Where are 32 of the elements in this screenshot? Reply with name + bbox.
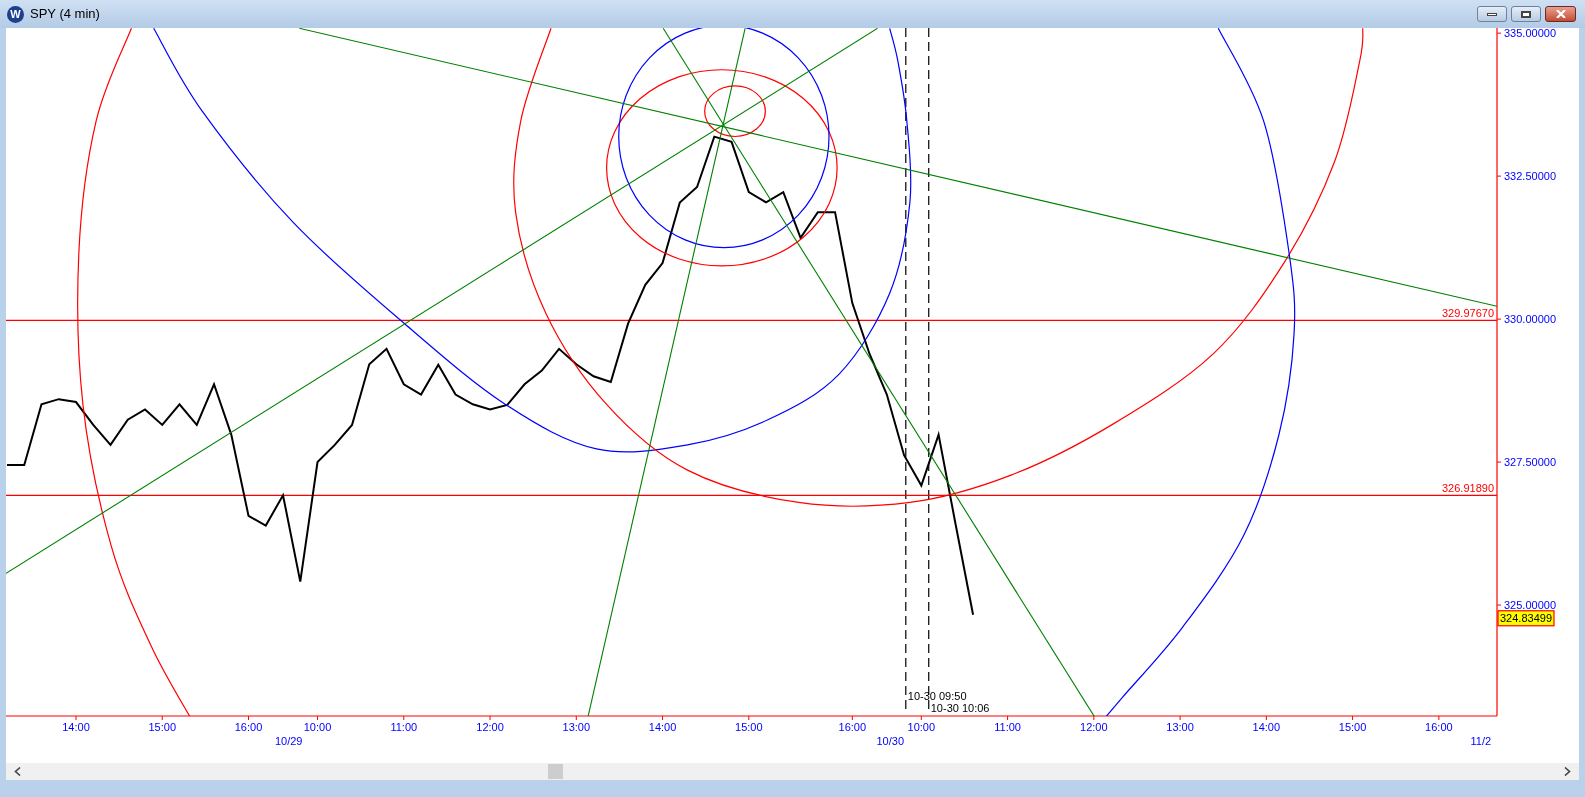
level-label: 329.97670	[1442, 307, 1494, 320]
price-marker-label: 324.83499	[1497, 610, 1555, 627]
time-axis-label: 14:00	[648, 721, 677, 733]
time-axis-label: 10:00	[303, 721, 332, 733]
date-axis-label: 10/30	[876, 735, 905, 747]
price-axis-label: 332.50000	[1504, 170, 1556, 183]
time-axis-label: 15:00	[1338, 721, 1367, 733]
time-axis-label: 11:00	[390, 721, 418, 733]
level-label: 326.91890	[1442, 482, 1494, 495]
time-axis-label: 13:00	[562, 721, 591, 733]
app-logo: W	[7, 5, 24, 23]
time-axis-label: 14:00	[1252, 721, 1281, 733]
time-axis-label: 15:00	[148, 721, 177, 733]
time-axis-label: 10:00	[907, 721, 936, 733]
time-axis-label: 16:00	[838, 721, 867, 733]
price-axis-label: 330.00000	[1504, 313, 1556, 326]
time-line-label: 10-30 09:50	[907, 690, 967, 702]
time-axis-label: 16:00	[1425, 721, 1453, 733]
window-title: SPY (4 min)	[30, 5, 100, 24]
time-axis-label: 12:00	[476, 721, 504, 733]
time-axis-label: 14:00	[62, 721, 90, 733]
price-axis-label: 335.00000	[1504, 28, 1556, 40]
time-line-label: 10-30 10:06	[930, 702, 990, 714]
time-axis-label: 16:00	[234, 721, 263, 733]
time-axis-label: 12:00	[1080, 721, 1108, 733]
price-axis-label: 325.00000	[1504, 599, 1556, 612]
date-axis-label: 10/29	[274, 735, 303, 747]
time-axis-label: 13:00	[1166, 721, 1194, 733]
time-axis-label: 11:00	[994, 721, 1021, 733]
time-axis-label: 15:00	[735, 721, 763, 733]
price-axis-label: 327.50000	[1504, 456, 1556, 469]
date-axis-label: 11/2	[1470, 735, 1492, 747]
